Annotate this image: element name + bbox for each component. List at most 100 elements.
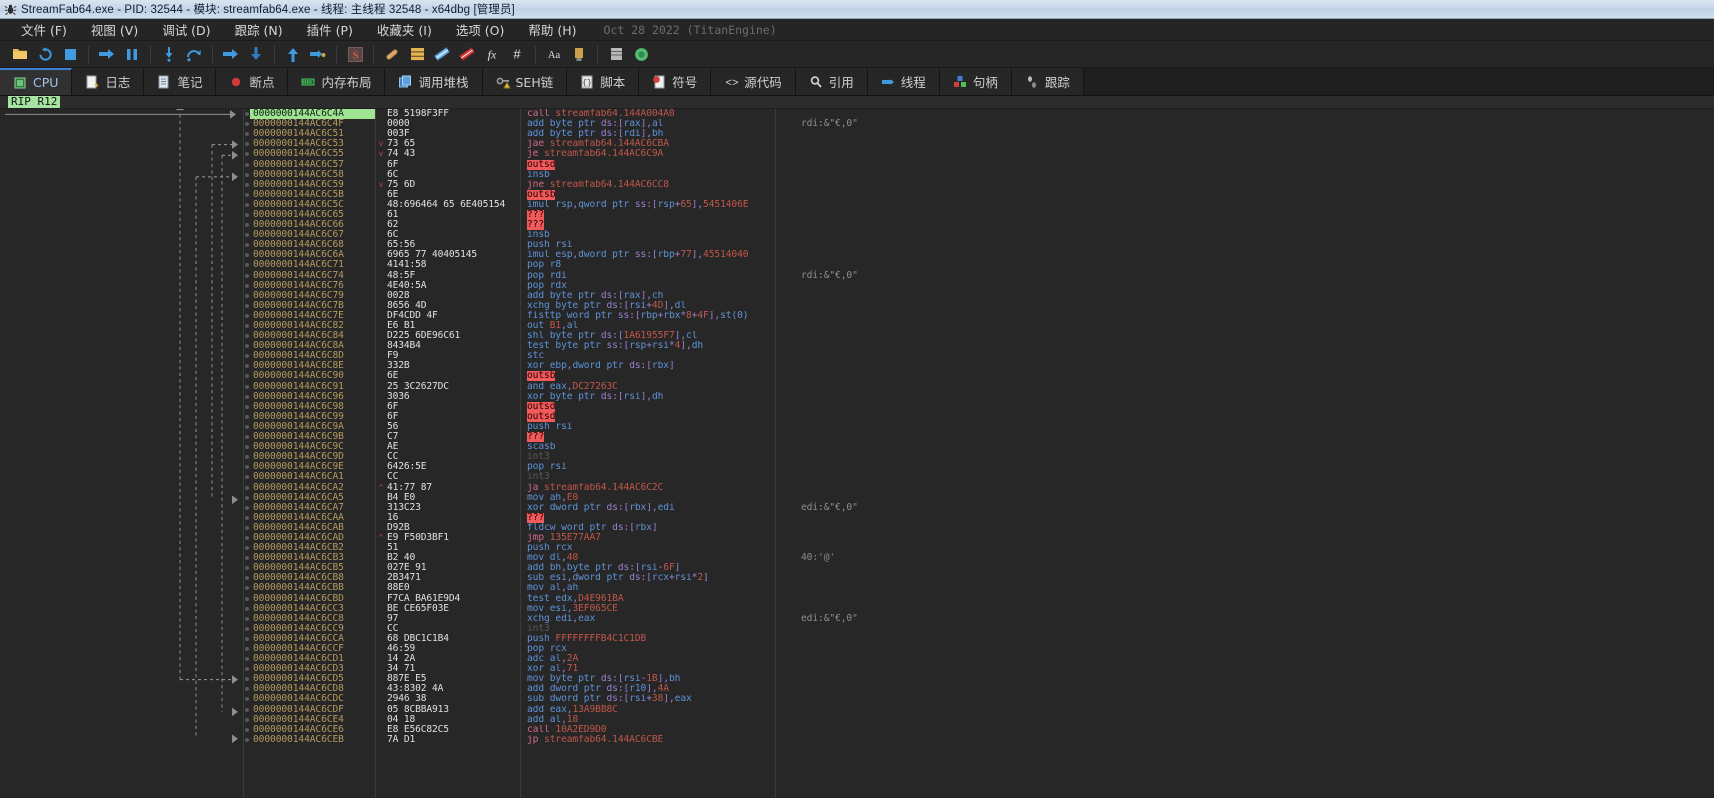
breakpoint-toggle[interactable] — [243, 233, 250, 238]
breakpoint-toggle[interactable] — [243, 374, 250, 379]
breakpoint-toggle[interactable] — [243, 202, 250, 207]
breakpoint-toggle[interactable] — [243, 263, 250, 268]
tab-symbols[interactable]: 符号 — [639, 68, 712, 95]
breakpoint-toggle[interactable] — [243, 697, 250, 702]
disassembly-row[interactable]: 0000000144AC6CA1 CC int3 — [0, 472, 1714, 482]
tab-seh[interactable]: SEH链 — [482, 68, 568, 95]
menu-help[interactable]: 帮助 (H) — [517, 18, 587, 42]
breakpoint-toggle[interactable] — [243, 192, 250, 197]
breakpoint-toggle[interactable] — [243, 596, 250, 601]
breakpoint-toggle[interactable] — [243, 212, 250, 217]
breakpoint-toggle[interactable] — [243, 182, 250, 187]
breakpoint-toggle[interactable] — [243, 576, 250, 581]
breakpoint-toggle[interactable] — [243, 677, 250, 682]
column-divider-instruction[interactable] — [775, 109, 776, 798]
hash-icon[interactable]: # — [505, 43, 529, 65]
breakpoint-toggle[interactable] — [243, 303, 250, 308]
tab-notes[interactable]: 笔记 — [144, 68, 217, 95]
breakpoint-toggle[interactable] — [243, 162, 250, 167]
breakpoint-toggle[interactable] — [243, 142, 250, 147]
breakpoint-toggle[interactable] — [243, 485, 250, 490]
breakpoint-toggle[interactable] — [243, 344, 250, 349]
breakpoint-toggle[interactable] — [243, 535, 250, 540]
tab-memory-map[interactable]: 内存布局 — [288, 68, 386, 95]
restart-icon[interactable] — [33, 43, 57, 65]
scylla-icon[interactable]: S — [343, 43, 367, 65]
column-divider-address[interactable] — [375, 109, 376, 798]
tab-cpu[interactable]: CPU — [0, 68, 73, 95]
breakpoint-toggle[interactable] — [243, 253, 250, 258]
column-divider-breakpoints[interactable] — [243, 109, 244, 798]
breakpoint-toggle[interactable] — [243, 364, 250, 369]
breakpoint-toggle[interactable] — [243, 112, 250, 117]
tab-threads[interactable]: 线程 — [867, 68, 940, 95]
tab-references[interactable]: 引用 — [795, 68, 868, 95]
disassembly-row[interactable]: 0000000144AC6C55 v 74 43 je streamfab64.144… — [0, 149, 1714, 159]
breakpoint-toggle[interactable] — [243, 435, 250, 440]
trace-over-icon[interactable] — [244, 43, 268, 65]
breakpoint-toggle[interactable] — [243, 404, 250, 409]
breakpoint-toggle[interactable] — [243, 546, 250, 551]
font-icon[interactable]: Aa — [542, 43, 566, 65]
breakpoint-toggle[interactable] — [243, 515, 250, 520]
breakpoint-toggle[interactable] — [243, 495, 250, 500]
breakpoint-toggle[interactable] — [243, 667, 250, 672]
breakpoint-toggle[interactable] — [243, 566, 250, 571]
tab-breakpoints[interactable]: 断点 — [216, 68, 289, 95]
menu-view[interactable]: 视图 (V) — [80, 18, 149, 42]
attach-icon[interactable] — [567, 43, 591, 65]
breakpoint-toggle[interactable] — [243, 283, 250, 288]
patch-icon[interactable] — [380, 43, 404, 65]
breakpoint-toggle[interactable] — [243, 586, 250, 591]
column-divider-bytes[interactable] — [520, 109, 521, 798]
menu-debug[interactable]: 调试 (D) — [151, 18, 221, 42]
breakpoint-toggle[interactable] — [243, 414, 250, 419]
breakpoint-toggle[interactable] — [243, 324, 250, 329]
breakpoint-toggle[interactable] — [243, 273, 250, 278]
breakpoint-toggle[interactable] — [243, 384, 250, 389]
breakpoint-toggle[interactable] — [243, 243, 250, 248]
menu-options[interactable]: 选项 (O) — [445, 18, 516, 42]
step-into-icon[interactable] — [157, 43, 181, 65]
breakpoint-toggle[interactable] — [243, 455, 250, 460]
breakpoint-toggle[interactable] — [243, 505, 250, 510]
log-icon[interactable] — [430, 43, 454, 65]
breakpoint-toggle[interactable] — [243, 727, 250, 732]
breakpoint-toggle[interactable] — [243, 313, 250, 318]
breakpoint-toggle[interactable] — [243, 475, 250, 480]
menu-favourites[interactable]: 收藏夹 (I) — [366, 18, 443, 42]
breakpoint-toggle[interactable] — [243, 616, 250, 621]
breakpoint-toggle[interactable] — [243, 737, 250, 742]
database-icon[interactable] — [604, 43, 628, 65]
disassembly-rows[interactable]: 0000000144AC6C4A E8 5198F3FF call streamfa… — [0, 109, 1714, 798]
breakpoint-toggle[interactable] — [243, 657, 250, 662]
breakpoint-toggle[interactable] — [243, 465, 250, 470]
run-to-user-code-icon[interactable] — [306, 43, 330, 65]
disassembly-row[interactable]: 0000000144AC6CBB 88E0 mov al,ah — [0, 583, 1714, 593]
breakpoint-toggle[interactable] — [243, 424, 250, 429]
breakpoint-toggle[interactable] — [243, 293, 250, 298]
disassembly-view[interactable]: 0000000144AC6C4A E8 5198F3FF call streamfa… — [0, 109, 1714, 798]
menu-file[interactable]: 文件 (F) — [10, 18, 78, 42]
breakpoint-toggle[interactable] — [243, 707, 250, 712]
pause-icon[interactable] — [120, 43, 144, 65]
breakpoint-toggle[interactable] — [243, 636, 250, 641]
notes-pencil-icon[interactable] — [455, 43, 479, 65]
calculator-fx-icon[interactable]: fx — [480, 43, 504, 65]
disassembly-row[interactable]: 0000000144AC6CEB 7A D1 jp streamfab64.144A… — [0, 734, 1714, 745]
breakpoint-toggle[interactable] — [243, 334, 250, 339]
breakpoint-toggle[interactable] — [243, 556, 250, 561]
open-file-icon[interactable] — [8, 43, 32, 65]
disassembly-row[interactable]: 0000000144AC6C71 4141:58 pop r8 — [0, 260, 1714, 270]
step-over-icon[interactable] — [182, 43, 206, 65]
breakpoint-toggle[interactable] — [243, 122, 250, 127]
tab-handles[interactable]: 句柄 — [939, 68, 1012, 95]
tab-trace[interactable]: 跟踪 — [1011, 68, 1084, 95]
menu-plugins[interactable]: 插件 (P) — [296, 18, 364, 42]
breakpoint-toggle[interactable] — [243, 687, 250, 692]
breakpoint-toggle[interactable] — [243, 394, 250, 399]
breakpoint-toggle[interactable] — [243, 223, 250, 228]
tab-log[interactable]: 日志 — [72, 68, 145, 95]
breakpoint-toggle[interactable] — [243, 606, 250, 611]
memory-map-icon[interactable] — [405, 43, 429, 65]
